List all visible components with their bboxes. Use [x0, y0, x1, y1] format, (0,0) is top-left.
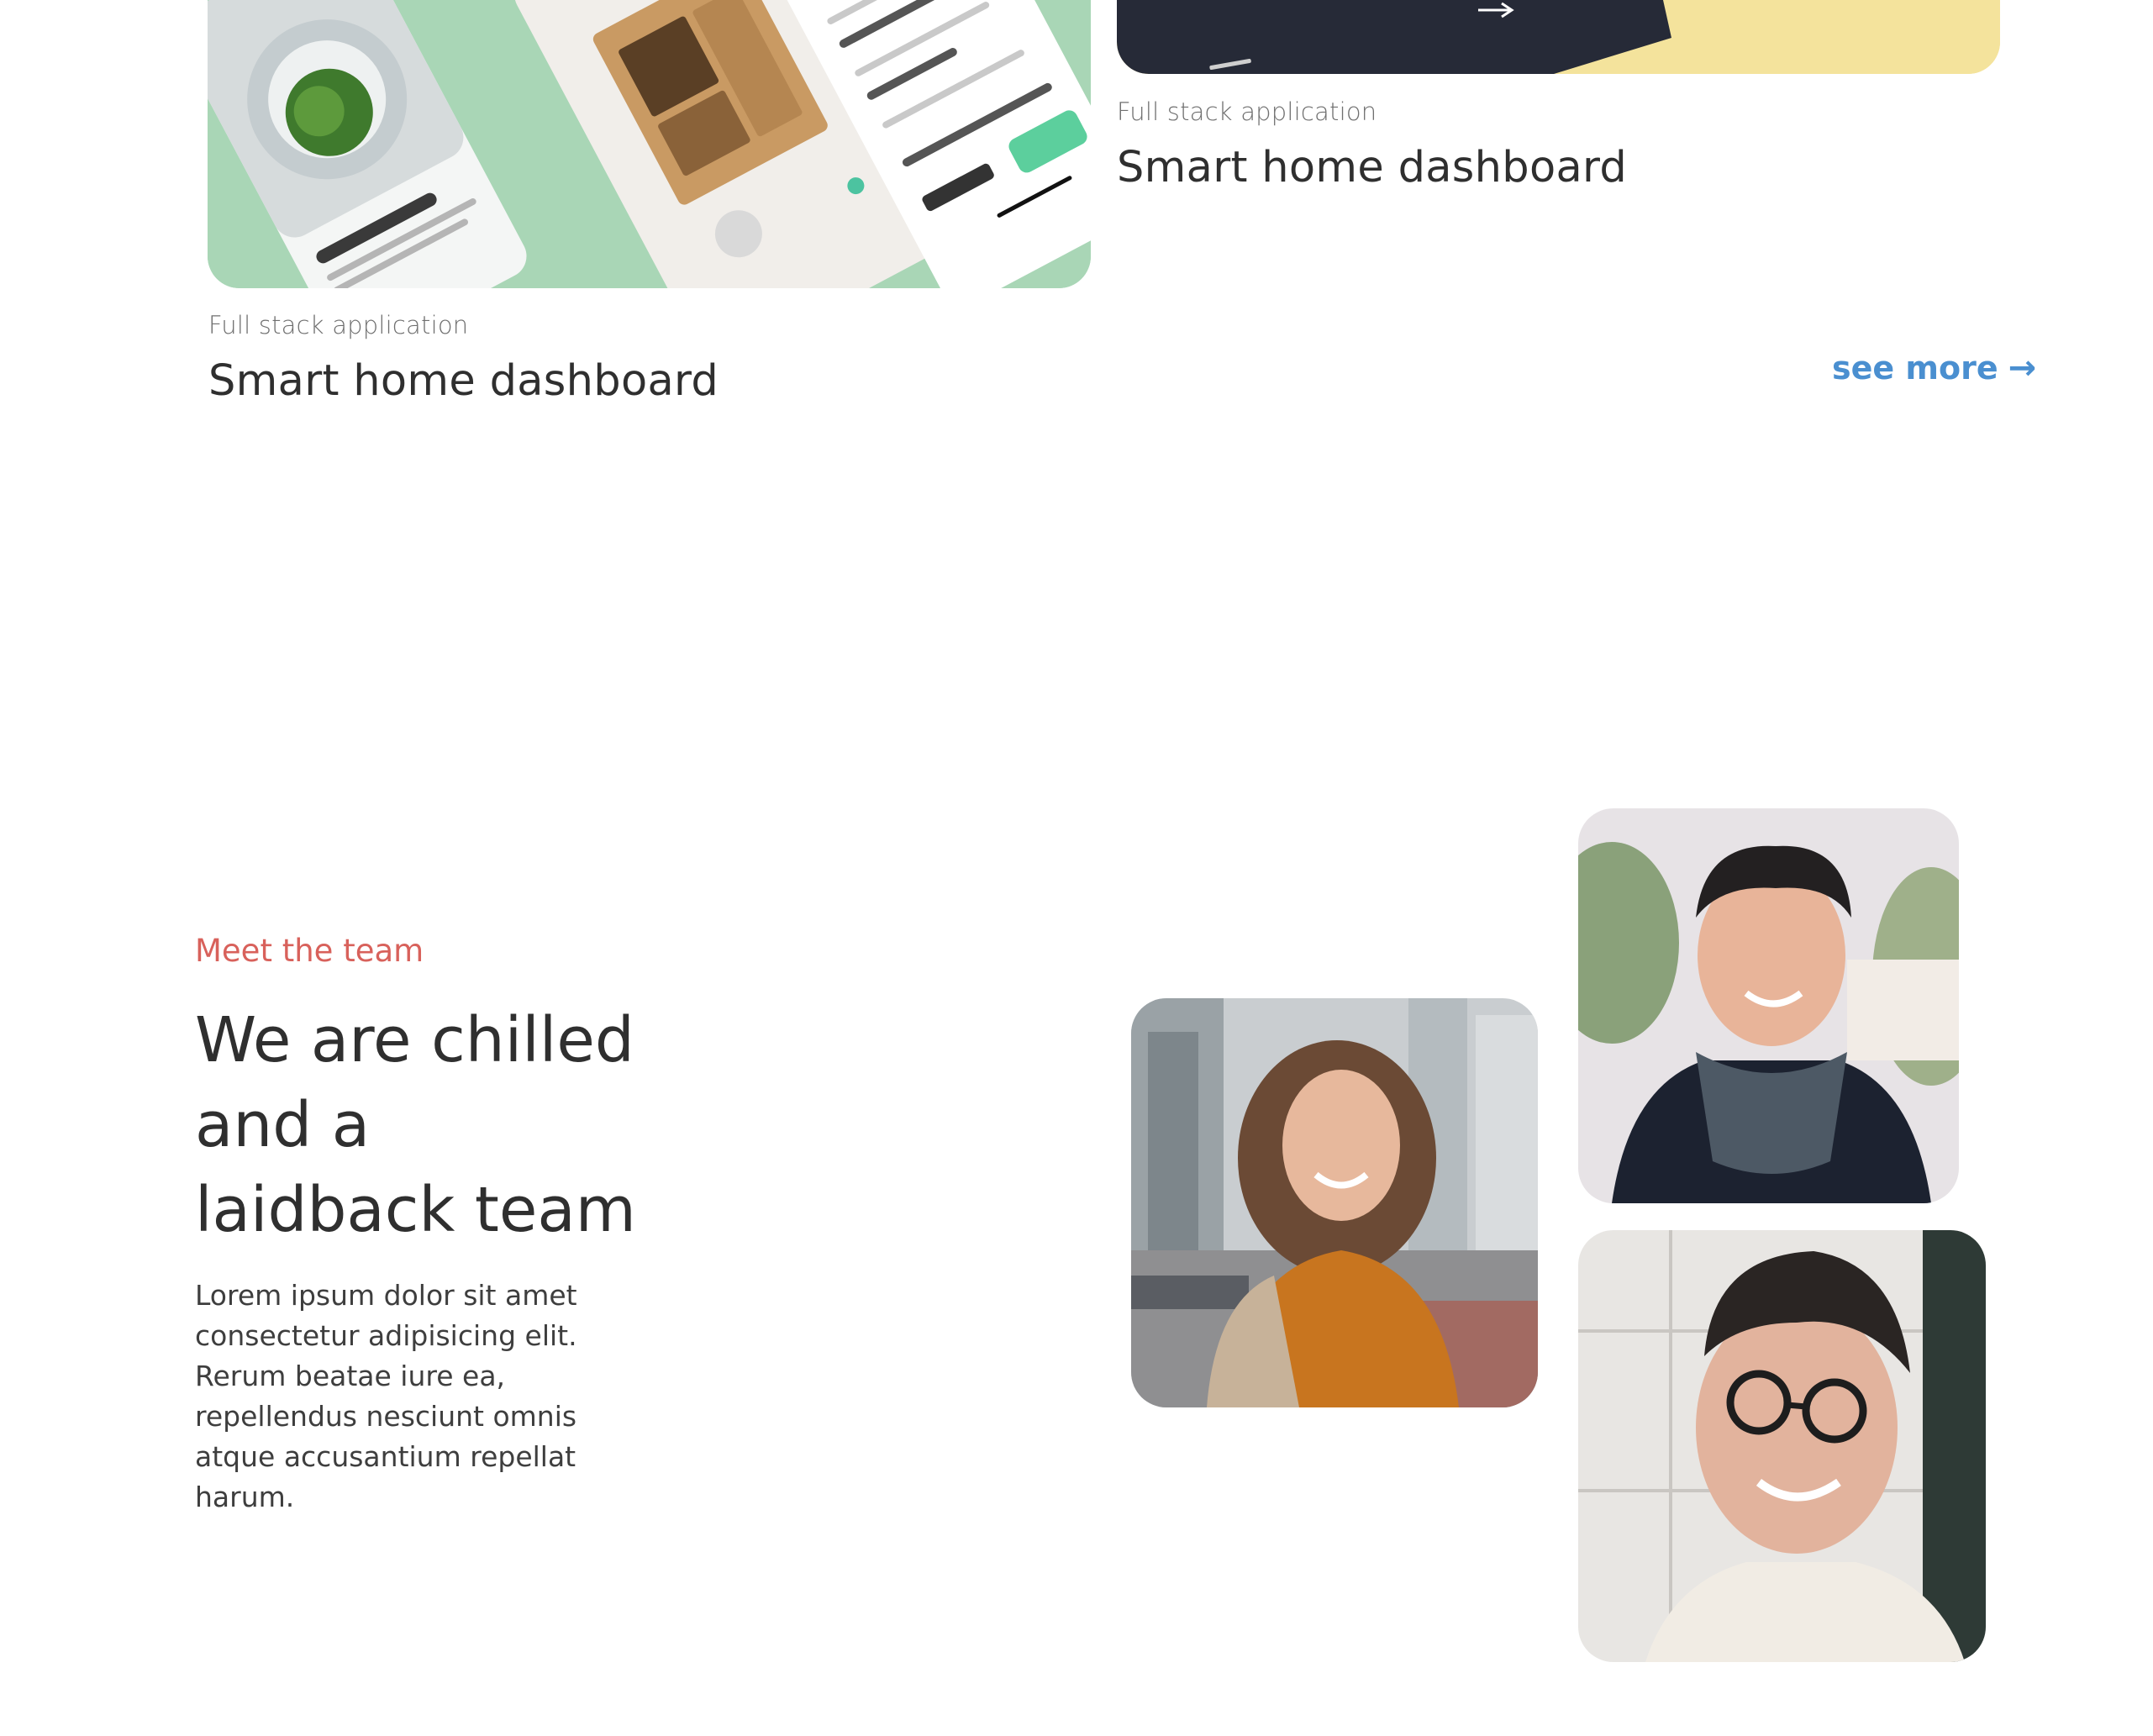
man-glasses-portrait-icon	[1578, 1230, 1986, 1662]
team-member-photo	[1578, 808, 1959, 1203]
section-heading: We are chilled and a laidback team	[195, 998, 716, 1253]
dark-card-mockup-icon	[1117, 0, 2000, 74]
page: Full stack application Smart home dashbo…	[0, 0, 2153, 1736]
project-category: Full stack application	[1117, 97, 1377, 126]
woman-portrait-icon	[1131, 998, 1538, 1407]
man-scarf-portrait-icon	[1578, 808, 1959, 1203]
team-member-photo	[1578, 1230, 1986, 1662]
heading-line: and a	[195, 1089, 371, 1161]
fashion-app-mockup-icon	[208, 0, 1091, 288]
arrow-right-icon: →	[2008, 349, 2037, 387]
project-title[interactable]: Smart home dashboard	[1117, 143, 1627, 192]
section-eyebrow: Meet the team	[195, 933, 424, 969]
project-category: Full stack application	[208, 311, 469, 339]
section-body: Lorem ipsum dolor sit amet consectetur a…	[195, 1279, 577, 1513]
heading-line: laidback team	[195, 1174, 636, 1246]
project-image-fashion-app[interactable]	[208, 0, 1091, 288]
see-more-link[interactable]: see more →	[1832, 350, 2036, 387]
heading-line: We are chilled	[195, 1004, 634, 1076]
see-more-label: see more	[1832, 350, 1998, 387]
project-title[interactable]: Smart home dashboard	[208, 356, 719, 406]
project-image-dark-card[interactable]	[1117, 0, 2000, 74]
team-member-photo	[1131, 998, 1538, 1407]
